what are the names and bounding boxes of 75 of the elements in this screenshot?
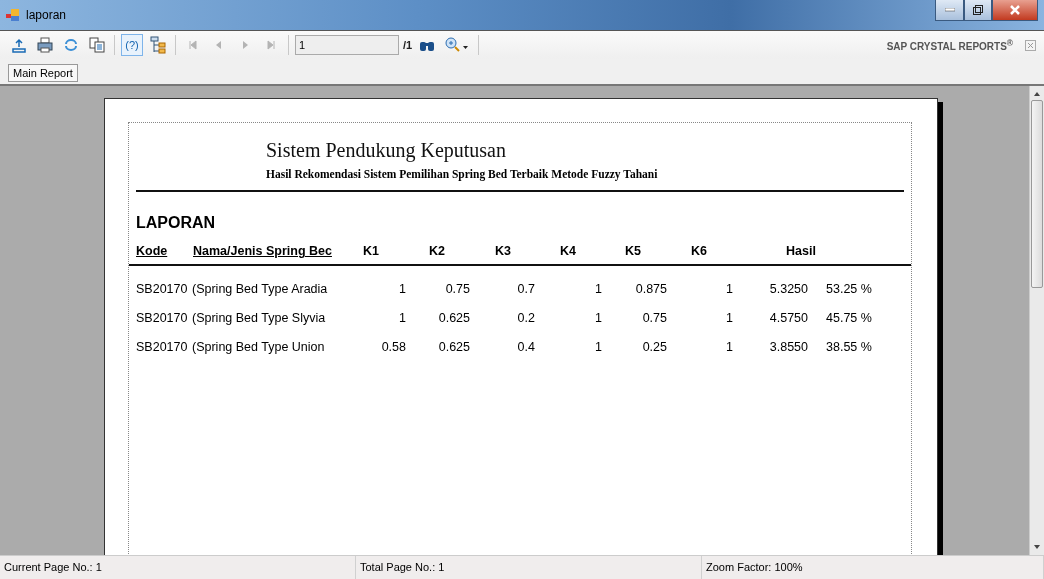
report-tab[interactable]: Main Report	[8, 64, 78, 82]
table-cell-text: 0.4	[516, 339, 535, 356]
printer-icon	[37, 37, 53, 53]
table-cell-text: SB20170	[136, 339, 189, 356]
table-cell-text: 38.55 %	[825, 339, 873, 356]
column-header: Nama/Jenis Spring Bec	[193, 244, 333, 258]
table-cell-text: 1	[594, 339, 602, 356]
column-header: Kode	[136, 244, 169, 258]
report-subtitle: Hasil Rekomendasi Sistem Pemilihan Spring Bed Terbaik Metode Fuzzy Tahani	[266, 168, 658, 180]
status-text: Current Page No.: 1	[0, 556, 356, 579]
window-title: laporan	[26, 8, 67, 22]
scroll-down-icon[interactable]	[1033, 543, 1041, 551]
table-cell-text: 1	[725, 281, 733, 298]
print-button[interactable]	[34, 34, 56, 56]
table-cell-text: 0.25	[641, 339, 667, 356]
table-cell-text: 3.8550	[768, 339, 808, 356]
restore-button[interactable]	[964, 0, 992, 21]
table-cell-text: SB20170	[136, 310, 189, 327]
status-text: Zoom Factor: 100%	[702, 556, 1044, 579]
column-header: K2	[428, 244, 446, 258]
table-cell-text: 0.75	[444, 281, 470, 298]
minimize-icon	[944, 8, 955, 12]
close-icon	[1009, 5, 1021, 15]
table-cell-text: (Spring Bed Type Union	[192, 339, 326, 356]
section-heading: LAPORAN	[136, 214, 216, 232]
table-cell-text: 1	[594, 281, 602, 298]
table-cell-text: SB20170	[136, 281, 189, 298]
status-text: Total Page No.: 1	[356, 556, 702, 579]
help-button[interactable]: (?)	[121, 34, 143, 56]
scroll-up-icon[interactable]	[1033, 90, 1041, 98]
table-cell-text: 1	[594, 310, 602, 327]
page-total: /1	[403, 39, 413, 51]
copy-icon	[89, 37, 105, 53]
column-header: K1	[362, 244, 380, 258]
restore-icon	[973, 5, 983, 15]
zoom-icon	[445, 37, 470, 53]
column-header: K5	[624, 244, 642, 258]
next-page-icon	[240, 40, 250, 50]
table-cell-text: 45.75 %	[825, 310, 873, 327]
table-cell-text: (Spring Bed Type Slyvia	[192, 310, 327, 327]
table-cell-text: 1	[398, 310, 406, 327]
table-cell-text: (Spring Bed Type Aradia	[192, 281, 329, 298]
column-header: K3	[494, 244, 512, 258]
tree-button[interactable]	[147, 34, 169, 56]
previous-page-icon	[214, 40, 224, 50]
close-icon[interactable]	[1025, 39, 1036, 51]
export-icon	[11, 37, 27, 53]
table-cell-text: 0.7	[516, 281, 535, 298]
report-title: Sistem Pendukung Keputusan	[266, 139, 506, 162]
table-cell-text: 0.875	[634, 281, 667, 298]
table-cell-text: 1	[725, 339, 733, 356]
first-page-icon	[188, 40, 198, 50]
table-cell-text: 1	[725, 310, 733, 327]
column-header: K6	[690, 244, 708, 258]
table-cell-text: 0.58	[380, 339, 406, 356]
copy-button[interactable]	[86, 34, 108, 56]
brand-label: SAP CRYSTAL REPORTS$^{®}$	[886, 37, 1013, 53]
last-page-icon	[266, 40, 276, 50]
table-cell-text: 5.3250	[768, 281, 808, 298]
app-icon	[6, 9, 20, 21]
page-number-field[interactable]: 1	[295, 35, 399, 55]
table-cell-text: 0.2	[516, 310, 535, 327]
tree-icon	[150, 36, 166, 54]
table-cell-text: 0.625	[437, 339, 470, 356]
close-button[interactable]	[992, 0, 1038, 21]
minimize-button[interactable]	[935, 0, 964, 21]
scrollbar-thumb[interactable]	[1031, 100, 1043, 288]
refresh-icon	[63, 37, 79, 53]
table-cell-text: 0.75	[641, 310, 667, 327]
table-cell-text: 4.5750	[768, 310, 808, 327]
column-header: Hasil	[785, 244, 817, 258]
table-cell-text: 53.25 %	[825, 281, 873, 298]
column-header: K4	[559, 244, 577, 258]
table-cell-text: 1	[398, 281, 406, 298]
table-cell-text: 0.625	[437, 310, 470, 327]
